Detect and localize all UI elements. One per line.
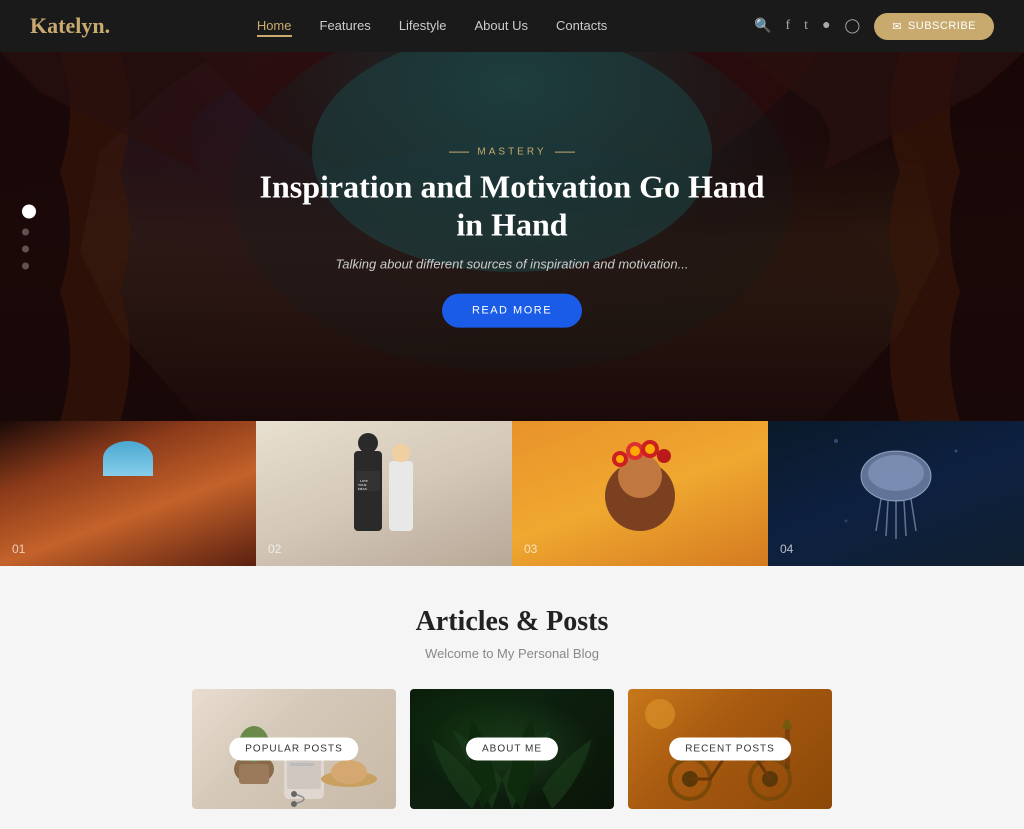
photo-jellyfish-svg — [768, 421, 1024, 566]
hero-section: MASTERY Inspiration and Motivation Go Ha… — [0, 52, 1024, 422]
photo-num-1: 01 — [12, 542, 25, 556]
nav-item-about[interactable]: About Us — [475, 17, 528, 35]
slide-dot-3[interactable] — [22, 246, 29, 253]
twitter-icon[interactable]: t — [804, 18, 808, 34]
articles-title: Articles & Posts — [20, 606, 1004, 638]
logo-dot: . — [105, 13, 111, 38]
photo-item-1[interactable]: 01 — [0, 421, 256, 566]
subscribe-label: SUBSCRIBE — [908, 20, 976, 32]
hero-title: Inspiration and Motivation Go Hand in Ha… — [256, 168, 768, 245]
slide-indicators — [22, 205, 36, 270]
slide-dot-4[interactable] — [22, 263, 29, 270]
photo-portrait-svg — [512, 421, 768, 566]
nav-link-home[interactable]: Home — [257, 18, 292, 37]
photo-num-4: 04 — [780, 542, 793, 556]
facebook-icon[interactable]: f — [786, 18, 791, 34]
nav-link-about[interactable]: About Us — [475, 18, 528, 33]
navbar: Katelyn. Home Features Lifestyle About U… — [0, 0, 1024, 52]
articles-subtitle: Welcome to My Personal Blog — [20, 646, 1004, 661]
search-icon[interactable]: 🔍 — [754, 18, 771, 35]
nav-item-contacts[interactable]: Contacts — [556, 17, 607, 35]
photo-fashion-svg: LOVE YOUR MEAN — [256, 421, 512, 566]
photo-strip: 01 LOVE YOUR MEAN 02 — [0, 421, 1024, 566]
nav-link-contacts[interactable]: Contacts — [556, 18, 607, 33]
slide-dot-2[interactable] — [22, 229, 29, 236]
subscribe-button[interactable]: ✉ SUBSCRIBE — [874, 13, 994, 40]
nav-link-features[interactable]: Features — [320, 18, 371, 33]
nav-item-home[interactable]: Home — [257, 17, 292, 35]
photo-item-4[interactable]: 04 — [768, 421, 1024, 566]
articles-grid: POPULAR POSTS ABOUT ME — [192, 689, 832, 809]
photo-num-3: 03 — [524, 542, 537, 556]
card-label-about[interactable]: ABOUT ME — [466, 738, 558, 761]
read-more-button[interactable]: READ MORE — [442, 293, 582, 327]
svg-text:MEAN: MEAN — [358, 487, 368, 491]
article-card-about[interactable]: ABOUT ME — [410, 689, 614, 809]
articles-section: Articles & Posts Welcome to My Personal … — [0, 566, 1024, 829]
hero-tag: MASTERY — [256, 147, 768, 158]
card-label-popular[interactable]: POPULAR POSTS — [229, 738, 358, 761]
slide-dot-1[interactable] — [22, 205, 36, 219]
hero-content: MASTERY Inspiration and Motivation Go Ha… — [256, 147, 768, 328]
nav-link-lifestyle[interactable]: Lifestyle — [399, 18, 447, 33]
photo-num-2: 02 — [268, 542, 281, 556]
photo-item-3[interactable]: 03 — [512, 421, 768, 566]
nav-links: Home Features Lifestyle About Us Contact… — [257, 17, 608, 35]
hero-subtitle: Talking about different sources of inspi… — [256, 256, 768, 271]
instagram-icon[interactable]: ● — [822, 18, 830, 34]
site-logo[interactable]: Katelyn. — [30, 13, 110, 39]
photo-item-2[interactable]: LOVE YOUR MEAN 02 — [256, 421, 512, 566]
globe-icon[interactable]: ◯ — [845, 18, 861, 35]
bell-icon: ✉ — [892, 20, 902, 33]
nav-item-lifestyle[interactable]: Lifestyle — [399, 17, 447, 35]
card-label-recent[interactable]: RECENT POSTS — [669, 738, 791, 761]
article-card-recent[interactable]: RECENT POSTS — [628, 689, 832, 809]
article-card-popular[interactable]: POPULAR POSTS — [192, 689, 396, 809]
photo-sky-1 — [103, 441, 153, 476]
logo-text: Katelyn — [30, 13, 105, 38]
nav-right: 🔍 f t ● ◯ ✉ SUBSCRIBE — [754, 13, 994, 40]
nav-item-features[interactable]: Features — [320, 17, 371, 35]
